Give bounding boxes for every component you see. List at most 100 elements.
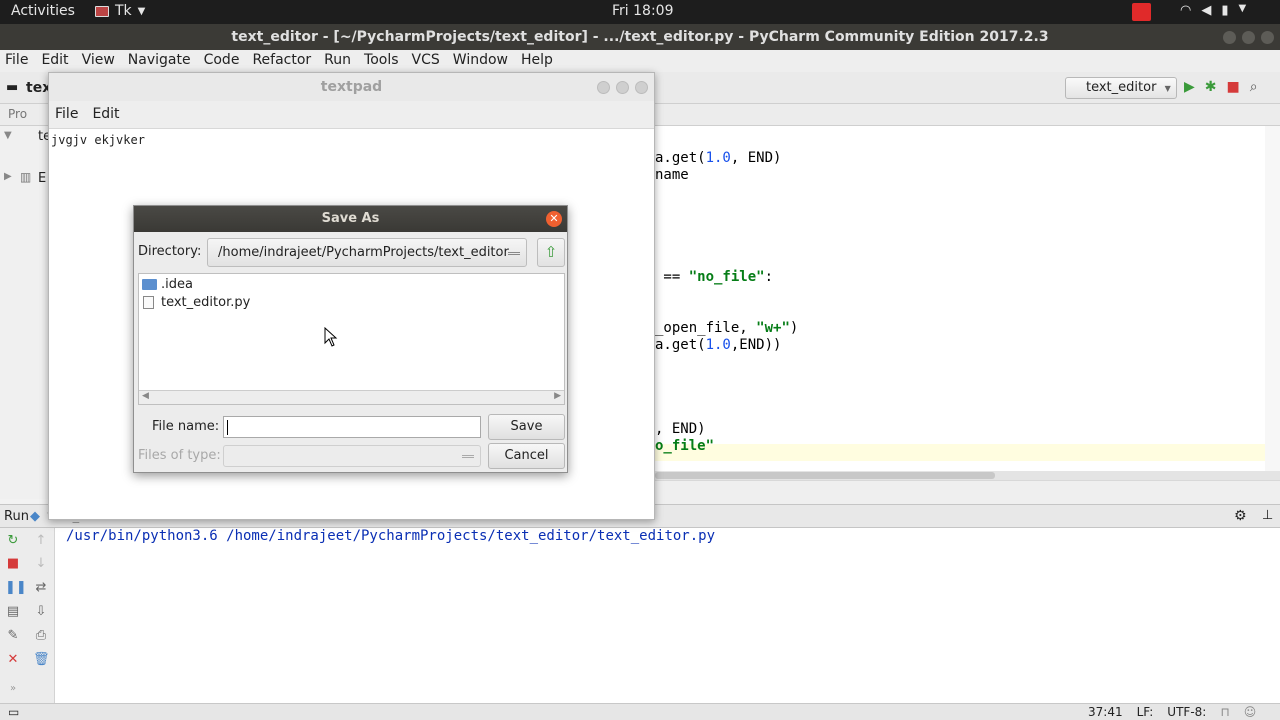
more-icon[interactable]: »	[5, 683, 21, 694]
debug-icon[interactable]: ✱	[1205, 79, 1217, 95]
directory-label: Directory:	[138, 244, 202, 259]
toggle-panels-icon[interactable]: ▭	[8, 705, 19, 719]
project-tab[interactable]: Pro	[8, 107, 27, 121]
textpad-titlebar[interactable]: textpad	[49, 73, 654, 101]
close-icon[interactable]	[635, 81, 648, 94]
tk-app-icon	[95, 5, 109, 17]
textpad-title: textpad	[320, 79, 383, 95]
textpad-menu-file[interactable]: File	[55, 106, 78, 128]
parent-folder-button[interactable]: ⇧	[537, 238, 565, 267]
arrow-up-icon[interactable]: ↑	[33, 533, 49, 548]
menu-code[interactable]: Code	[203, 50, 247, 72]
minimize-icon[interactable]	[597, 81, 610, 94]
file-encoding[interactable]: UTF-8:	[1167, 705, 1206, 719]
menu-run[interactable]: Run	[323, 50, 358, 72]
trash-icon[interactable]: 🗑	[33, 652, 50, 667]
code-line: == "no_file":	[655, 269, 774, 285]
filename-label: File name:	[152, 419, 220, 434]
save-button[interactable]: Save	[488, 414, 565, 440]
file-list-horizontal-scrollbar[interactable]: ◀ ▶	[139, 390, 564, 404]
inspector-icon[interactable]: ☺	[1244, 705, 1257, 719]
scroll-to-end-icon[interactable]: ⇩	[33, 604, 49, 619]
lock-icon[interactable]: ⊓	[1220, 705, 1229, 719]
clock[interactable]: Fri 18:09	[612, 3, 673, 19]
file-list[interactable]: .idea text_editor.py ◀ ▶	[138, 273, 565, 405]
soft-wrap-icon[interactable]: ⇄	[33, 580, 49, 595]
menu-view[interactable]: View	[81, 50, 122, 72]
activities-button[interactable]: Activities	[11, 3, 75, 19]
cancel-button[interactable]: Cancel	[488, 443, 565, 469]
expand-icon[interactable]: ▶	[4, 171, 12, 182]
battery-icon[interactable]: ▮	[1221, 3, 1228, 18]
run-panel-label: Run	[4, 509, 29, 524]
arrow-down-icon[interactable]: ↓	[33, 556, 49, 571]
directory-value: /home/indrajeet/PycharmProjects/text_edi…	[218, 245, 509, 260]
print-icon[interactable]: ⎙	[33, 628, 49, 643]
textpad-text-area[interactable]: jvgjv ekjvker	[51, 133, 145, 147]
caret-position[interactable]: 37:41	[1088, 705, 1123, 719]
code-line: o_file"	[655, 438, 715, 454]
list-item[interactable]: .idea	[142, 277, 193, 292]
scrollbar-thumb[interactable]	[655, 472, 995, 479]
file-name: .idea	[161, 277, 193, 292]
dialog-title: Save As	[321, 211, 380, 226]
run-config-selector[interactable]: text_editor ▼	[1065, 77, 1177, 99]
window-title: text_editor - [~/PycharmProjects/text_ed…	[231, 29, 1049, 45]
pin-icon[interactable]: ✎	[5, 628, 21, 643]
code-editor[interactable]: a.get(1.0, END) name == "no_file": _open…	[655, 126, 1280, 471]
tree-item-external[interactable]: E	[38, 171, 46, 186]
editor-horizontal-scrollbar[interactable]	[655, 471, 1280, 480]
search-icon[interactable]: ⌕	[1250, 79, 1258, 95]
menu-edit[interactable]: Edit	[40, 50, 75, 72]
menu-navigate[interactable]: Navigate	[127, 50, 198, 72]
current-line-highlight	[655, 444, 1280, 461]
list-item[interactable]: text_editor.py	[143, 295, 250, 310]
gear-icon[interactable]: ⚙	[1234, 508, 1247, 524]
menu-file[interactable]: File	[4, 50, 35, 72]
maximize-icon[interactable]	[616, 81, 629, 94]
stop-icon[interactable]: ■	[5, 556, 21, 571]
filename-input[interactable]	[223, 416, 481, 438]
volume-icon[interactable]: ◀	[1201, 3, 1211, 18]
filetype-label: Files of type:	[138, 448, 221, 463]
filetype-dropdown[interactable]	[223, 445, 481, 467]
dropdown-indicator-icon	[508, 252, 520, 255]
code-line: , END)	[655, 421, 706, 437]
library-icon: ▥	[20, 170, 32, 184]
line-separator[interactable]: LF:	[1137, 705, 1154, 719]
textpad-menu-edit[interactable]: Edit	[92, 106, 119, 128]
system-tray[interactable]: ◠ ◀ ▮ ▼	[1180, 3, 1246, 18]
run-icon[interactable]: ▶	[1184, 79, 1195, 95]
rerun-icon[interactable]: ↻	[5, 533, 21, 548]
close-icon[interactable]: ✕	[5, 652, 21, 667]
python-icon: ◆	[30, 509, 40, 524]
stop-icon[interactable]: ■	[1227, 79, 1240, 95]
menu-refactor[interactable]: Refactor	[251, 50, 318, 72]
record-indicator-icon[interactable]	[1132, 3, 1151, 21]
expand-icon[interactable]: ▼	[4, 130, 12, 141]
dialog-titlebar[interactable]: Save As	[134, 206, 567, 232]
run-console[interactable]: /usr/bin/python3.6 /home/indrajeet/Pycha…	[55, 528, 1280, 703]
menu-help[interactable]: Help	[520, 50, 560, 72]
run-toolbar-side: ↻ ↑ ■ ↓ ❚❚ ⇄ ▤ ⇩ ✎ ⎙ ✕ 🗑 »	[0, 528, 55, 703]
chevron-down-icon[interactable]: ▼	[1239, 3, 1247, 18]
error-stripe[interactable]	[1265, 126, 1280, 496]
file-icon	[143, 296, 154, 309]
console-command-line: /usr/bin/python3.6 /home/indrajeet/Pycha…	[66, 528, 716, 544]
menu-vcs[interactable]: VCS	[411, 50, 447, 72]
close-icon[interactable]: ✕	[546, 211, 562, 227]
wifi-icon[interactable]: ◠	[1180, 3, 1191, 18]
layout-icon[interactable]: ▤	[5, 604, 21, 619]
close-icon[interactable]	[1261, 31, 1274, 44]
hide-panel-icon[interactable]: ⊥	[1262, 508, 1273, 523]
minimize-icon[interactable]	[1223, 31, 1236, 44]
folder-icon: ▬	[6, 80, 19, 95]
scroll-left-icon[interactable]: ◀	[142, 391, 149, 401]
directory-dropdown[interactable]: /home/indrajeet/PycharmProjects/text_edi…	[207, 238, 527, 267]
menu-tools[interactable]: Tools	[363, 50, 406, 72]
maximize-icon[interactable]	[1242, 31, 1255, 44]
app-menu[interactable]: Tk ▼	[95, 3, 145, 19]
menu-window[interactable]: Window	[452, 50, 515, 72]
scroll-right-icon[interactable]: ▶	[554, 391, 561, 401]
pause-icon[interactable]: ❚❚	[5, 580, 27, 595]
